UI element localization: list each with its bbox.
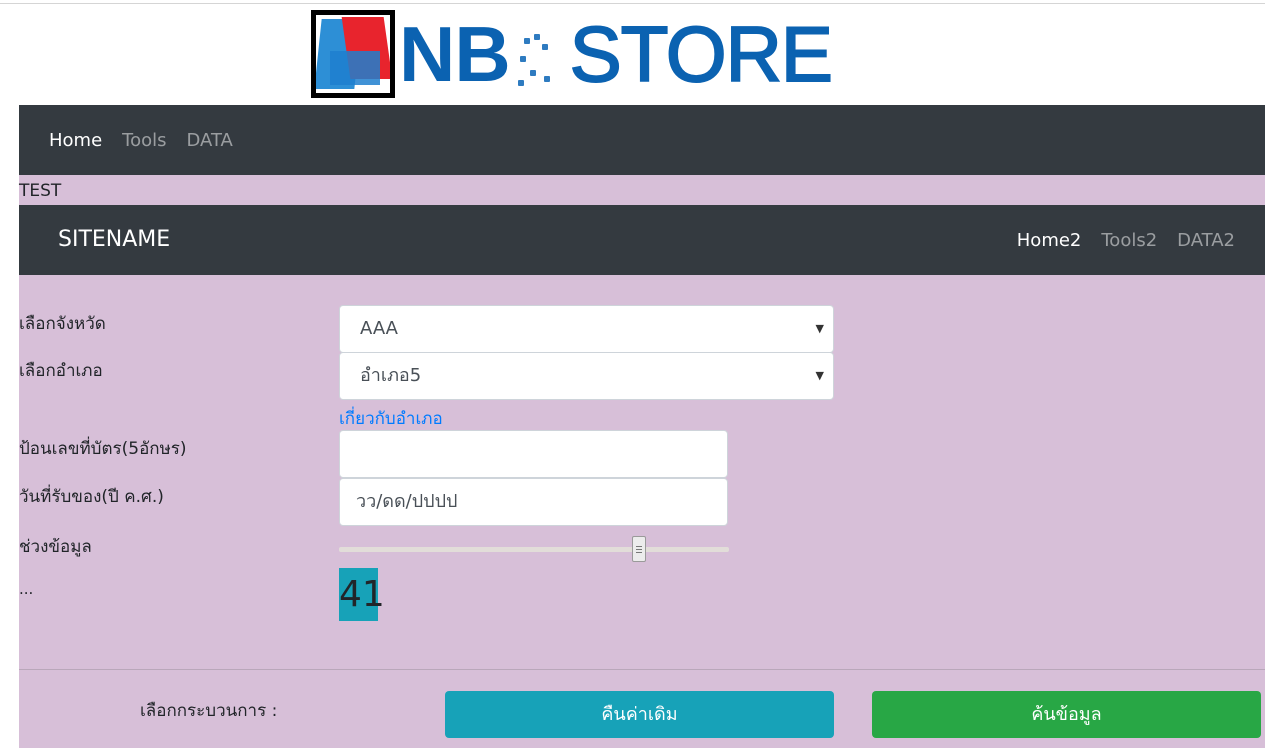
site-logo[interactable]: NB STORE bbox=[311, 9, 834, 99]
secondary-navbar: SITENAME Home2 Tools2 DATA2 bbox=[19, 205, 1265, 275]
receive-date-input[interactable]: วว/ดด/ปปปป bbox=[339, 478, 728, 526]
card-number-input[interactable] bbox=[339, 430, 728, 478]
logo-text-nb: NB bbox=[399, 10, 511, 98]
district-select[interactable]: อำเภอ5 ▼ bbox=[339, 352, 834, 400]
divider bbox=[19, 669, 1265, 670]
nav-home[interactable]: Home bbox=[49, 130, 102, 151]
chevron-down-icon: ▼ bbox=[815, 322, 824, 335]
nav-data2[interactable]: DATA2 bbox=[1177, 230, 1235, 251]
main-panel: Home Tools DATA TEST SITENAME Home2 Tool… bbox=[19, 105, 1265, 748]
range-value-display: 41 bbox=[339, 568, 385, 621]
card-number-label: ป้อนเลขที่บัตร(5อักษร) bbox=[19, 439, 187, 459]
chevron-down-icon: ▼ bbox=[815, 369, 824, 382]
reset-button[interactable]: คืนค่าเดิม bbox=[445, 691, 834, 738]
nav-tools[interactable]: Tools bbox=[122, 130, 166, 151]
data-range-label: ช่วงข้อมูล bbox=[19, 537, 92, 557]
district-select-value: อำเภอ5 bbox=[360, 365, 422, 386]
district-label: เลือกอำเภอ bbox=[19, 361, 103, 381]
logo-wordmark: NB STORE bbox=[399, 9, 834, 99]
slider-thumb[interactable] bbox=[632, 536, 647, 562]
primary-navbar: Home Tools DATA bbox=[19, 105, 1265, 175]
province-select-value: AAA bbox=[360, 318, 398, 339]
navbar-brand[interactable]: SITENAME bbox=[58, 205, 170, 275]
nav-data[interactable]: DATA bbox=[187, 130, 233, 151]
province-label: เลือกจังหวัด bbox=[19, 314, 106, 334]
logo-text-store: STORE bbox=[569, 9, 834, 99]
test-label: TEST bbox=[19, 181, 62, 201]
browser-top-border bbox=[0, 0, 1265, 4]
receive-date-label: วันที่รับของ(ปี ค.ศ.) bbox=[19, 487, 164, 507]
nav-home2[interactable]: Home2 bbox=[1017, 230, 1082, 251]
about-district-link[interactable]: เกี่ยวกับอำเภอ bbox=[339, 405, 443, 432]
date-placeholder: วว/ดด/ปปปป bbox=[356, 491, 458, 512]
secondary-nav-links: Home2 Tools2 DATA2 bbox=[997, 205, 1235, 275]
ellipsis-text: ... bbox=[19, 580, 34, 598]
process-label: เลือกกระบวนการ : bbox=[140, 701, 278, 721]
logo-sparkle-icon bbox=[510, 30, 570, 90]
nav-tools2[interactable]: Tools2 bbox=[1101, 230, 1157, 251]
data-range-slider[interactable] bbox=[339, 547, 729, 552]
province-select[interactable]: AAA ▼ bbox=[339, 305, 834, 353]
logo-emblem-icon bbox=[311, 10, 395, 98]
search-button[interactable]: ค้นข้อมูล bbox=[872, 691, 1261, 738]
